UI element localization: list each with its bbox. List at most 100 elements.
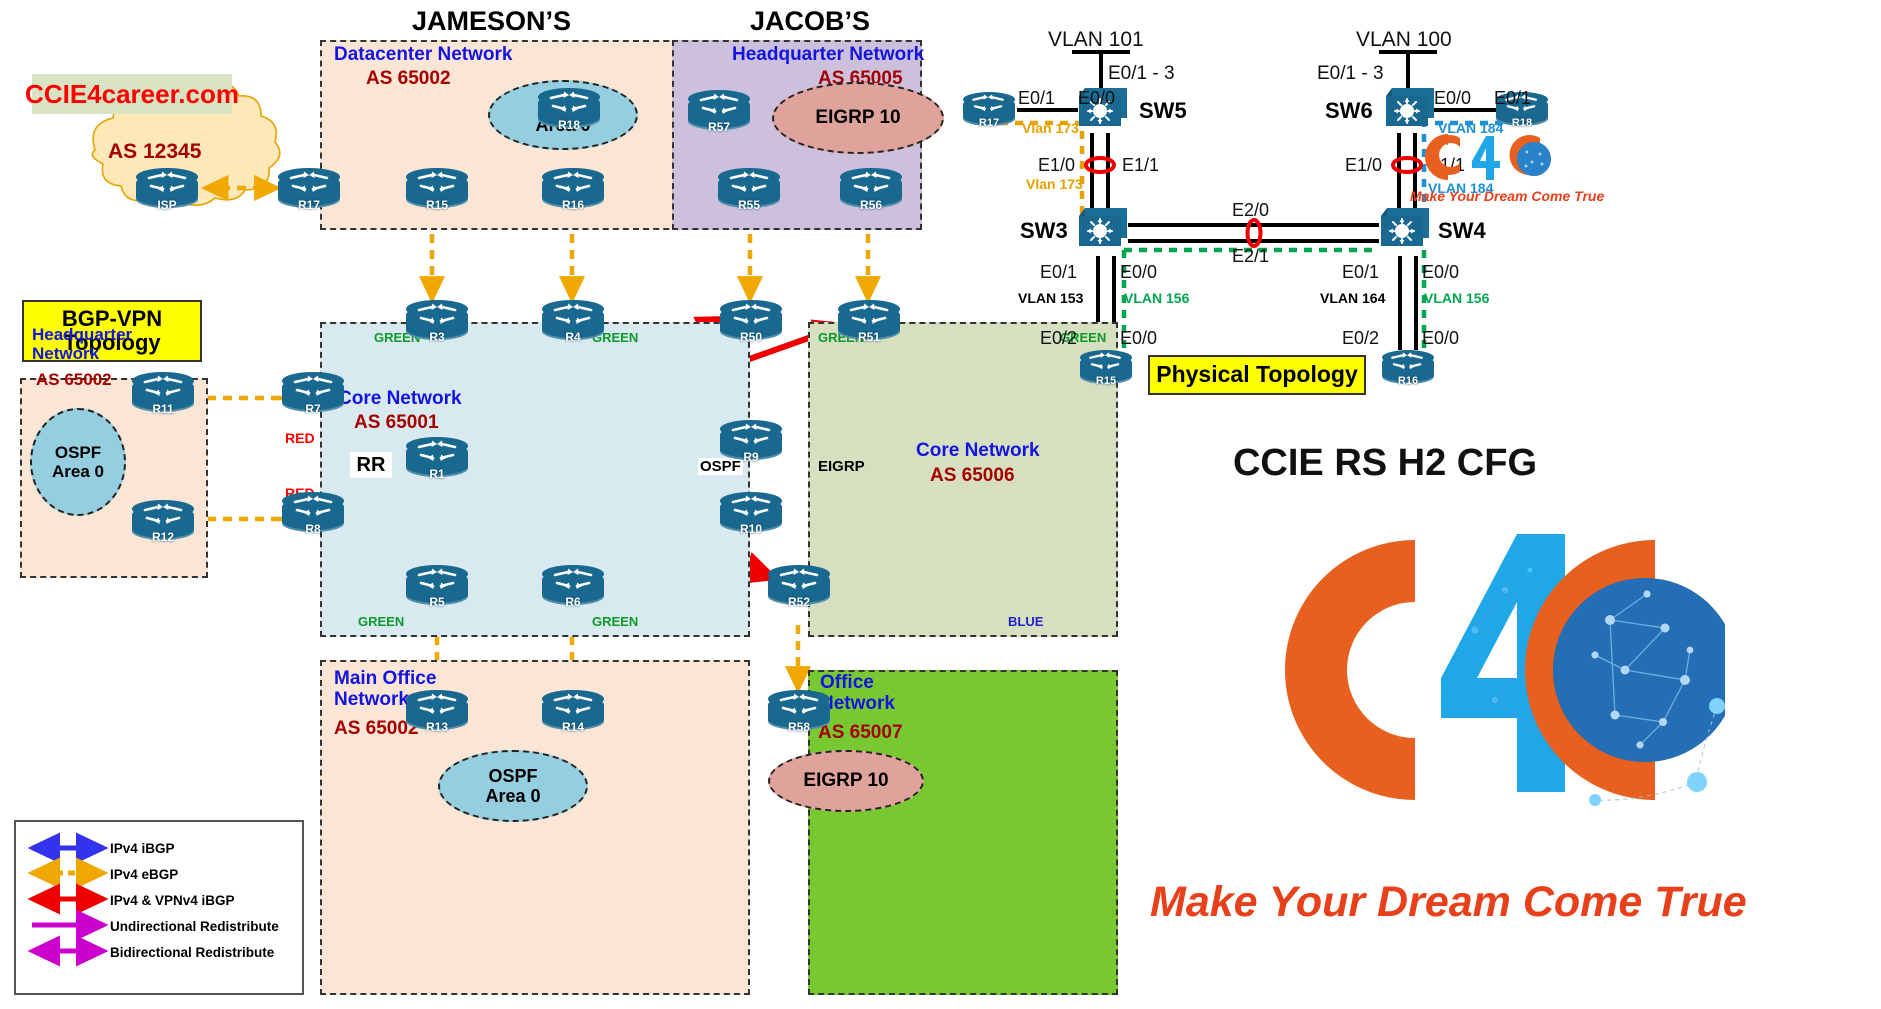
port-sw4-e00: E0/0 (1422, 262, 1460, 282)
legend-item-undirectional-redistribute: Undirectional Redistribute (110, 915, 279, 937)
router-arrows-icon (851, 171, 891, 192)
router-label: R14 (561, 720, 584, 734)
zone-core-65006-title: Core Network (916, 440, 1040, 461)
router-r11[interactable]: R11 (132, 372, 194, 416)
brand-tagline: Make Your Dream Come True (1150, 878, 1747, 926)
router-arrows-icon (553, 171, 593, 192)
router-r4[interactable]: R4 (542, 300, 604, 344)
zone-core-65006-as: AS 65006 (930, 465, 1015, 486)
port-sw5-e00: E0/0 (1078, 88, 1116, 108)
router-arrows-icon (849, 303, 889, 324)
port-sw5-e11: E1/1 (1122, 155, 1160, 175)
router-r16[interactable]: R16 (542, 168, 604, 212)
router-r52[interactable]: R52 (768, 565, 830, 609)
router-r56[interactable]: R56 (840, 168, 902, 212)
legend-panel: IPv4 iBGP IPv4 eBGP IPv4 & VPNv4 iBGP Un… (14, 820, 304, 995)
router-r58[interactable]: R58 (768, 690, 830, 734)
router-r10[interactable]: R10 (720, 492, 782, 536)
router-r13[interactable]: R13 (406, 690, 468, 734)
zone-core-65001-as: AS 65001 (354, 412, 439, 433)
router-label: R8 (305, 522, 321, 536)
router-r12[interactable]: R12 (132, 500, 194, 544)
header-jamesons: JAMESON’S (412, 6, 572, 36)
router-label: R50 (739, 330, 762, 344)
router-label: R9 (743, 450, 759, 464)
router-label: R13 (425, 720, 448, 734)
router-arrows-icon (553, 568, 593, 589)
router-arrows-icon (417, 440, 457, 461)
switch-sw3-label: SW3 (1020, 218, 1068, 243)
zone-datacenter-title: Datacenter Network (334, 44, 513, 65)
router-p-r17[interactable]: R17 (963, 92, 1015, 130)
router-p-r15[interactable]: R15 (1080, 350, 1132, 388)
router-r18[interactable]: R18 (538, 88, 600, 132)
vlan-156-right-label: VLAN 156 (1424, 290, 1490, 306)
router-arrows-icon (549, 91, 589, 112)
router-label: R5 (429, 595, 445, 609)
eigrp-cloud-jacobs: EIGRP 10 (772, 82, 944, 154)
c4c-logo-icon (1425, 134, 1551, 180)
router-r9[interactable]: R9 (720, 420, 782, 464)
router-label: R55 (737, 198, 760, 212)
port-sw3-e01: E0/1 (1040, 262, 1078, 282)
router-p-r16[interactable]: R16 (1382, 350, 1434, 388)
router-label: R56 (859, 198, 882, 212)
router-arrows-icon (147, 171, 187, 192)
router-arrows-icon (417, 693, 457, 714)
router-r50[interactable]: R50 (720, 300, 782, 344)
label-green-r6: GREEN (592, 614, 639, 629)
port-e20: E2/0 (1232, 200, 1270, 220)
legend-label: Undirectional Redistribute (110, 918, 279, 934)
legend-item-bidirectional-redistribute: Bidirectional Redistribute (110, 941, 274, 963)
router-r51[interactable]: R51 (838, 300, 900, 344)
switch-sw6[interactable] (1384, 86, 1436, 132)
eigrp-cloud-office: EIGRP 10 (768, 750, 924, 812)
router-arrows-icon (729, 171, 769, 192)
router-r8[interactable]: R8 (282, 492, 344, 536)
legend-label: Bidirectional Redistribute (110, 944, 275, 960)
switch-sw3[interactable] (1077, 206, 1129, 252)
c4c-logo-big-icon (1284, 534, 1737, 806)
router-r6[interactable]: R6 (542, 565, 604, 609)
c4c-logo-small (1414, 128, 1560, 190)
router-arrows-icon (699, 93, 739, 114)
c4c-logo-large (1265, 510, 1737, 870)
zone-core-65001 (320, 322, 750, 637)
router-label: R7 (305, 402, 321, 416)
router-arrows-icon (293, 375, 333, 396)
router-r3[interactable]: R3 (406, 300, 468, 344)
router-label: R17 (978, 117, 1000, 129)
router-label: R1 (429, 467, 445, 481)
router-label: R15 (1095, 375, 1117, 387)
router-r5[interactable]: R5 (406, 565, 468, 609)
router-r14[interactable]: R14 (542, 690, 604, 734)
port-e21: E2/1 (1232, 246, 1270, 266)
cfg-title: CCIE RS H2 CFG (1232, 442, 1538, 484)
router-isp[interactable]: ISP (136, 168, 198, 212)
zone-datacenter-as: AS 65002 (366, 68, 451, 89)
switch-sw4[interactable] (1379, 206, 1431, 252)
label-red-r7: RED (285, 430, 315, 446)
router-r57[interactable]: R57 (688, 90, 750, 134)
vlan-173-bottom-label: Vlan 173 (1026, 176, 1083, 192)
router-r15[interactable]: R15 (406, 168, 468, 212)
switch-sw5-label: SW5 (1139, 98, 1187, 123)
router-r7[interactable]: R7 (282, 372, 344, 416)
zone-hq-left-as: AS 65002 (36, 370, 112, 389)
logo-tagline-small: Make Your Dream Come True (1410, 188, 1605, 204)
isp-as-label: AS 12345 (108, 140, 202, 163)
router-arrows-icon (1391, 352, 1423, 370)
router-label: R57 (707, 120, 730, 134)
router-r1[interactable]: R1 (406, 437, 468, 481)
zone-office-as: AS 65007 (818, 722, 903, 743)
router-r55[interactable]: R55 (718, 168, 780, 212)
port-r15-e00: E0/0 (1120, 328, 1158, 348)
ospf-cloud-hq-left: OSPF Area 0 (30, 408, 126, 516)
router-label: R16 (1397, 375, 1419, 387)
switch-sw6-label: SW6 (1325, 98, 1373, 123)
router-label: R16 (561, 198, 584, 212)
port-sw3-e00: E0/0 (1120, 262, 1158, 282)
router-arrows-icon (731, 423, 771, 444)
router-arrows-icon (417, 303, 457, 324)
router-r17[interactable]: R17 (278, 168, 340, 212)
